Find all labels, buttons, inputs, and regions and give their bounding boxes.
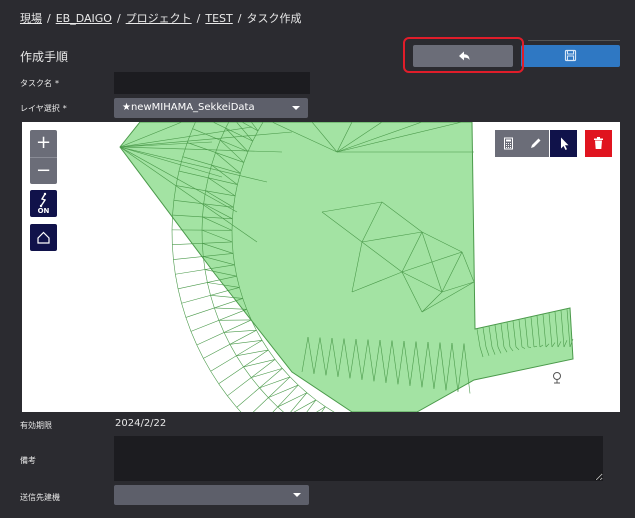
zoom-in-button[interactable]: + xyxy=(30,130,57,156)
marker-icon xyxy=(553,372,561,384)
mesh-edge xyxy=(261,340,269,351)
snap-on-badge: ON xyxy=(37,207,50,215)
mesh-edge xyxy=(268,384,299,398)
breadcrumb-current: タスク作成 xyxy=(246,12,302,25)
required-mark: * xyxy=(62,104,67,113)
task-name-label: タスク名 * xyxy=(20,79,59,88)
header-divider xyxy=(528,40,620,41)
zoom-out-button[interactable]: − xyxy=(30,158,57,184)
mesh-edge xyxy=(259,376,291,389)
mesh-edge xyxy=(268,397,278,408)
mesh-edge xyxy=(214,307,220,321)
breadcrumb-separator: / xyxy=(116,12,121,25)
measure-tool-button[interactable] xyxy=(495,130,522,157)
mesh-edge xyxy=(185,298,243,318)
mesh-edge xyxy=(218,320,225,333)
breadcrumb-link-test[interactable]: TEST xyxy=(205,12,232,25)
mesh-edge xyxy=(236,407,242,412)
mesh-edge xyxy=(181,287,240,304)
page-title: 作成手順 xyxy=(20,50,69,64)
layer-select-value: ★newMIHAMA_SekkeiData xyxy=(122,102,255,113)
mesh-edge xyxy=(298,384,308,393)
mesh-edge xyxy=(224,329,257,333)
pointer-icon xyxy=(561,137,569,150)
layer-select-label: レイヤ選択 * xyxy=(20,104,67,113)
mesh-edge xyxy=(243,366,252,378)
destination-machine-label: 送信先建機 xyxy=(20,493,60,502)
trash-icon xyxy=(594,137,603,149)
mesh-edge xyxy=(207,282,211,296)
mesh-edge xyxy=(315,399,326,407)
zoom-control: + − xyxy=(30,130,57,184)
home-button[interactable] xyxy=(30,224,57,251)
destination-machine-select[interactable] xyxy=(114,485,309,505)
mesh-edge xyxy=(277,406,284,412)
mesh-edge xyxy=(203,358,211,372)
mesh-edge xyxy=(223,332,231,345)
mesh-edge xyxy=(251,368,283,378)
breadcrumb-separator: / xyxy=(47,12,51,25)
mesh-edge xyxy=(177,288,182,304)
tin-mesh xyxy=(119,122,574,412)
mesh-edge xyxy=(218,349,269,385)
mesh-edge xyxy=(210,371,219,384)
breadcrumb-link-project[interactable]: プロジェクト xyxy=(126,12,192,25)
mesh-edge xyxy=(196,344,204,359)
mesh-outline xyxy=(119,122,574,412)
mesh-edge xyxy=(185,317,192,332)
breadcrumb-link-eb-daigo[interactable]: EB_DAIGO xyxy=(56,12,112,25)
mesh-edge xyxy=(229,344,237,356)
expiry-date: 2024/2/22 xyxy=(115,418,167,429)
floppy-disk-icon xyxy=(564,49,577,62)
mesh-edge xyxy=(210,340,263,372)
select-tool-button[interactable] xyxy=(550,130,577,157)
mesh-edge xyxy=(173,259,176,275)
mesh-edge xyxy=(250,377,260,389)
mesh-edge xyxy=(282,368,291,378)
remarks-label: 備考 xyxy=(20,456,36,465)
task-name-input[interactable] xyxy=(114,72,310,94)
task-create-page: 現場 / EB_DAIGO / プロジェクト / TEST / タスク作成 作成手順 タスク名 *… xyxy=(0,0,635,518)
snap-toggle-button[interactable]: ON xyxy=(30,190,57,217)
home-icon xyxy=(37,231,50,244)
breadcrumb-separator: / xyxy=(237,12,242,25)
mesh-edge xyxy=(227,395,237,408)
layer-select[interactable]: ★newMIHAMA_SekkeiData xyxy=(114,98,308,118)
mesh-edge xyxy=(196,319,252,346)
required-mark: * xyxy=(55,79,59,88)
map-canvas[interactable]: + − ON xyxy=(22,122,620,412)
breadcrumb: 現場 / EB_DAIGO / プロジェクト / TEST / タスク作成 xyxy=(20,10,301,26)
delete-button[interactable] xyxy=(585,130,612,157)
chevron-down-icon xyxy=(293,493,301,497)
mesh-edge xyxy=(181,303,187,318)
draw-tool-button[interactable] xyxy=(522,130,549,157)
mesh-edge xyxy=(236,368,283,408)
mesh-edge xyxy=(274,359,283,369)
mesh-edge xyxy=(252,376,291,412)
mesh-edge xyxy=(259,387,269,398)
mesh-edge xyxy=(289,376,299,386)
chevron-down-icon xyxy=(292,106,300,110)
remarks-textarea[interactable] xyxy=(114,436,603,481)
breadcrumb-link-site[interactable]: 現場 xyxy=(20,12,42,25)
mesh-edge xyxy=(229,340,263,345)
mesh-edge xyxy=(175,274,179,289)
mesh-edge xyxy=(204,269,208,283)
breadcrumb-separator: / xyxy=(196,12,201,25)
mesh-edge xyxy=(210,295,215,309)
save-button[interactable] xyxy=(521,45,620,67)
calculator-icon xyxy=(504,137,513,150)
mesh-edge xyxy=(236,355,244,368)
mesh-edge xyxy=(203,330,257,359)
mesh-edge xyxy=(277,392,308,408)
mesh-edge xyxy=(172,244,174,260)
expiry-label: 有効期限 xyxy=(20,421,52,430)
highlight-annotation xyxy=(403,37,524,73)
mesh-edge xyxy=(268,349,276,360)
mesh-edge xyxy=(190,331,198,346)
mesh-edge xyxy=(306,392,317,401)
mesh-edge xyxy=(325,406,335,412)
mesh-edge xyxy=(218,383,228,396)
pencil-icon xyxy=(531,138,541,148)
